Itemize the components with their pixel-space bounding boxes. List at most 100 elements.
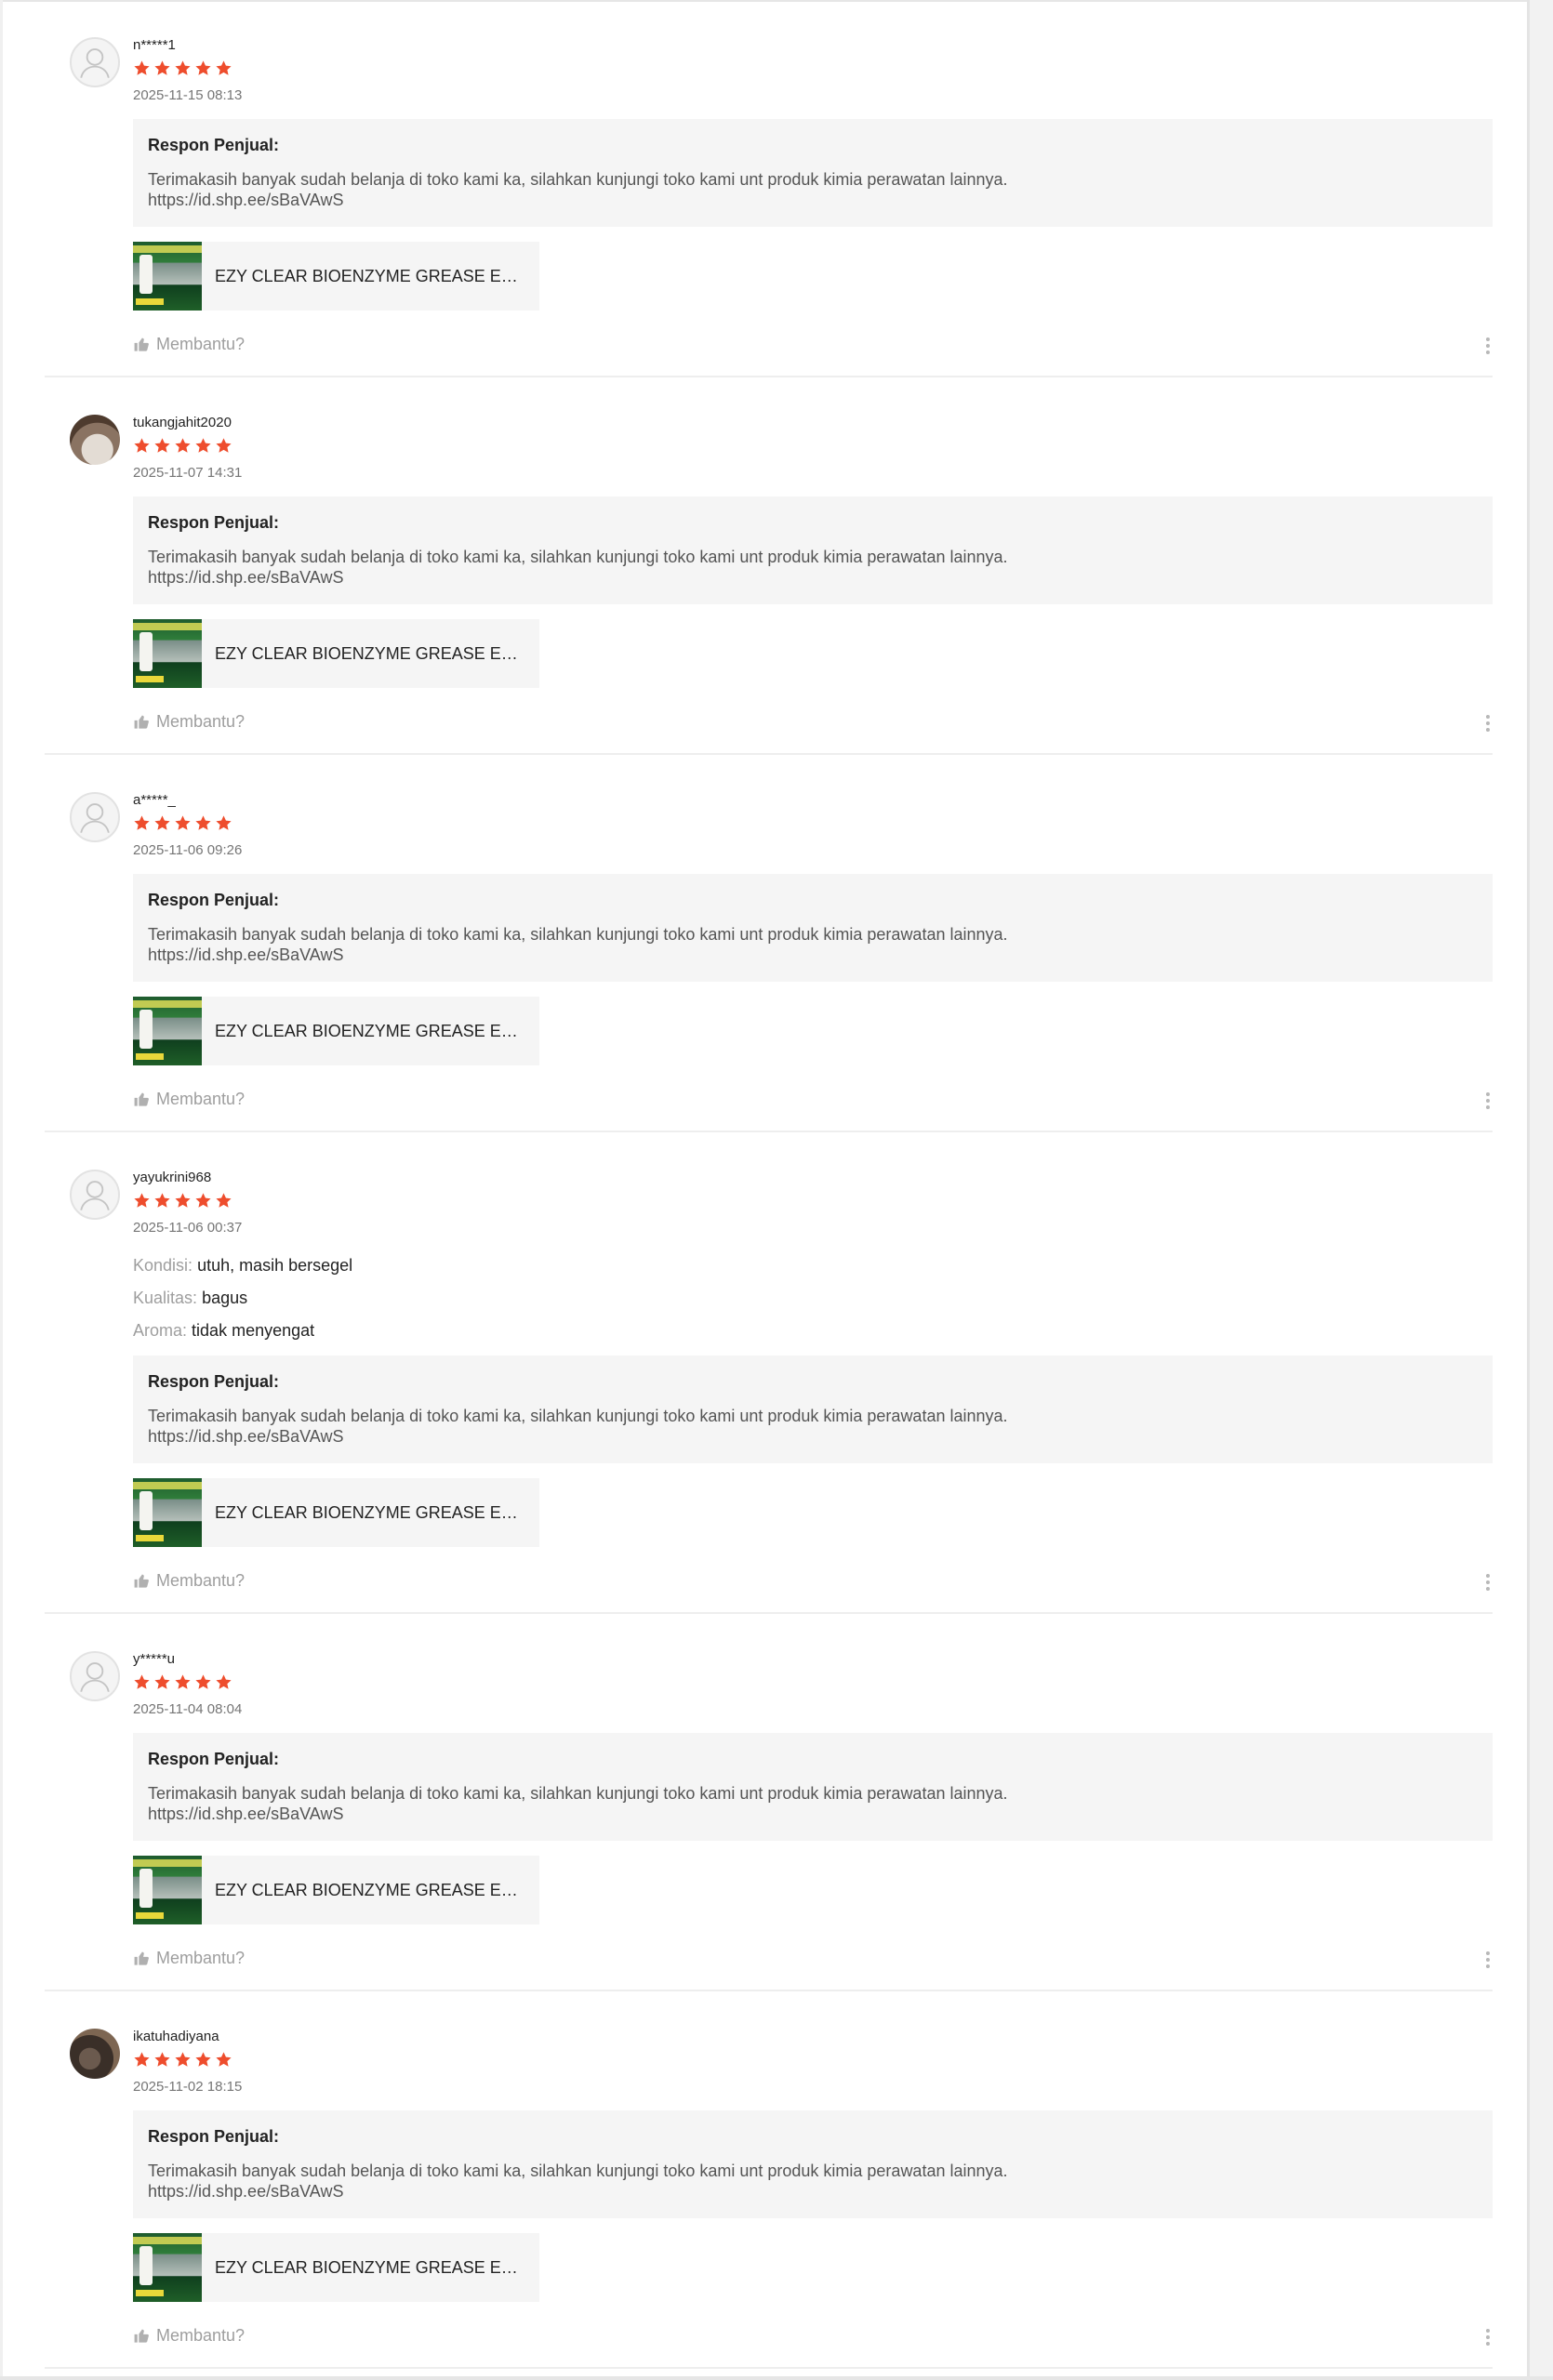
star-icon bbox=[174, 2051, 192, 2069]
helpful-button[interactable]: Membantu? bbox=[133, 335, 245, 354]
star-icon bbox=[194, 814, 212, 832]
review-body: yayukrini968 2025-11-06 00:37 Kondisi: utu… bbox=[133, 1170, 1493, 1593]
review-footer: Membantu? bbox=[133, 712, 1493, 734]
product-name: EZY CLEAR BIOENZYME GREASE EATER bbox=[215, 1880, 522, 1899]
seller-response-title: Respon Penjual: bbox=[148, 2127, 280, 2146]
review-footer: Membantu? bbox=[133, 2326, 1493, 2348]
avatar[interactable] bbox=[70, 792, 120, 842]
reviewer-username[interactable]: yayukrini968 bbox=[133, 1170, 1493, 1186]
reviewer-username[interactable]: tukangjahit2020 bbox=[133, 415, 1493, 431]
attribute-key: Kondisi: bbox=[133, 1256, 193, 1275]
review-item: yayukrini968 2025-11-06 00:37 Kondisi: utu… bbox=[45, 1132, 1493, 1614]
review-date: 2025-11-06 09:26 bbox=[133, 842, 243, 858]
seller-response-text: Terimakasih banyak sudah belanja di toko… bbox=[148, 548, 1008, 587]
product-name: EZY CLEAR BIOENZYME GREASE EATER bbox=[215, 643, 522, 663]
scrollbar-track[interactable] bbox=[1527, 0, 1553, 2380]
thumbs-up-icon bbox=[133, 1950, 151, 1967]
product-link[interactable]: EZY CLEAR BIOENZYME GREASE EATER bbox=[133, 1478, 539, 1547]
helpful-button[interactable]: Membantu? bbox=[133, 712, 245, 732]
review-attribute: Aroma: tidak menyengat bbox=[133, 1320, 1493, 1341]
review-body: a*****_ 2025-11-06 09:26 Respon Penjual: Te… bbox=[133, 792, 1493, 1112]
reviewer-username[interactable]: ikatuhadiyana bbox=[133, 2029, 1493, 2045]
star-icon bbox=[174, 814, 192, 832]
seller-response-text: Terimakasih banyak sudah belanja di toko… bbox=[148, 1784, 1008, 1823]
review-footer: Membantu? bbox=[133, 1090, 1493, 1112]
star-icon bbox=[194, 2051, 212, 2069]
review-date: 2025-11-15 08:13 bbox=[133, 87, 243, 103]
avatar[interactable] bbox=[70, 1651, 120, 1701]
seller-response-title: Respon Penjual: bbox=[148, 1750, 280, 1768]
more-options-icon[interactable] bbox=[1483, 1090, 1493, 1112]
product-name: EZY CLEAR BIOENZYME GREASE EATER bbox=[215, 2257, 522, 2277]
helpful-button[interactable]: Membantu? bbox=[133, 1571, 245, 1591]
seller-response-title: Respon Penjual: bbox=[148, 1372, 280, 1391]
bottom-border bbox=[0, 2376, 1553, 2380]
product-thumbnail bbox=[133, 242, 202, 311]
star-icon bbox=[215, 60, 232, 77]
seller-response-title: Respon Penjual: bbox=[148, 136, 280, 154]
star-icon bbox=[153, 437, 171, 455]
review-body: y*****u 2025-11-04 08:04 Respon Penjual: Te… bbox=[133, 1651, 1493, 1971]
review-attribute: Kondisi: utuh, masih bersegel bbox=[133, 1255, 1493, 1276]
reviewer-username[interactable]: n*****1 bbox=[133, 37, 1493, 54]
more-options-icon[interactable] bbox=[1483, 2326, 1493, 2348]
seller-response-text: Terimakasih banyak sudah belanja di toko… bbox=[148, 1407, 1008, 1446]
review-item: n*****1 2025-11-15 08:13 Respon Penjual: Te… bbox=[45, 0, 1493, 377]
more-options-icon[interactable] bbox=[1483, 335, 1493, 357]
thumbs-up-icon bbox=[133, 2327, 151, 2345]
seller-response: Respon Penjual: Terimakasih banyak sudah … bbox=[133, 2110, 1493, 2218]
helpful-button[interactable]: Membantu? bbox=[133, 1090, 245, 1109]
review-date: 2025-11-07 14:31 bbox=[133, 465, 243, 481]
helpful-label: Membantu? bbox=[156, 1090, 246, 1108]
review-item: tukangjahit2020 2025-11-07 14:31 Respon Pe… bbox=[45, 377, 1493, 755]
rating-stars bbox=[133, 437, 1493, 457]
reviewer-username[interactable]: y*****u bbox=[133, 1651, 1493, 1668]
review-item: a*****_ 2025-11-06 09:26 Respon Penjual: Te… bbox=[45, 755, 1493, 1132]
review-date: 2025-11-02 18:15 bbox=[133, 2079, 243, 2095]
attribute-key: Aroma: bbox=[133, 1321, 188, 1340]
product-thumbnail bbox=[133, 1856, 202, 1924]
avatar[interactable] bbox=[70, 37, 120, 87]
seller-response: Respon Penjual: Terimakasih banyak sudah … bbox=[133, 874, 1493, 982]
thumbs-up-icon bbox=[133, 713, 151, 731]
star-icon bbox=[133, 437, 151, 455]
star-icon bbox=[194, 60, 212, 77]
avatar[interactable] bbox=[70, 1170, 120, 1220]
product-link[interactable]: EZY CLEAR BIOENZYME GREASE EATER bbox=[133, 1856, 539, 1924]
seller-response-title: Respon Penjual: bbox=[148, 891, 280, 909]
star-icon bbox=[133, 1673, 151, 1691]
star-icon bbox=[133, 814, 151, 832]
seller-response-text: Terimakasih banyak sudah belanja di toko… bbox=[148, 925, 1008, 964]
attribute-value: utuh, masih bersegel bbox=[197, 1256, 353, 1275]
star-icon bbox=[194, 1192, 212, 1210]
more-options-icon[interactable] bbox=[1483, 712, 1493, 734]
review-date: 2025-11-04 08:04 bbox=[133, 1701, 243, 1717]
reviewer-username[interactable]: a*****_ bbox=[133, 792, 1493, 809]
product-name: EZY CLEAR BIOENZYME GREASE EATER bbox=[215, 1021, 522, 1040]
more-options-icon[interactable] bbox=[1483, 1571, 1493, 1593]
review-item: ikatuhadiyana 2025-11-02 18:15 Respon Penj… bbox=[45, 1991, 1493, 2369]
rating-stars bbox=[133, 60, 1493, 80]
helpful-button[interactable]: Membantu? bbox=[133, 1949, 245, 1968]
star-icon bbox=[215, 814, 232, 832]
product-name: EZY CLEAR BIOENZYME GREASE EATER bbox=[215, 266, 522, 285]
rating-stars bbox=[133, 1673, 1493, 1694]
star-icon bbox=[215, 437, 232, 455]
avatar[interactable] bbox=[70, 2029, 120, 2079]
product-link[interactable]: EZY CLEAR BIOENZYME GREASE EATER bbox=[133, 619, 539, 688]
product-link[interactable]: EZY CLEAR BIOENZYME GREASE EATER bbox=[133, 997, 539, 1065]
star-icon bbox=[174, 437, 192, 455]
star-icon bbox=[194, 1673, 212, 1691]
product-link[interactable]: EZY CLEAR BIOENZYME GREASE EATER bbox=[133, 2233, 539, 2302]
attribute-value: bagus bbox=[202, 1289, 248, 1307]
product-thumbnail bbox=[133, 997, 202, 1065]
more-options-icon[interactable] bbox=[1483, 1949, 1493, 1971]
star-icon bbox=[174, 1192, 192, 1210]
seller-response: Respon Penjual: Terimakasih banyak sudah … bbox=[133, 496, 1493, 604]
product-link[interactable]: EZY CLEAR BIOENZYME GREASE EATER bbox=[133, 242, 539, 311]
product-thumbnail bbox=[133, 2233, 202, 2302]
helpful-button[interactable]: Membantu? bbox=[133, 2326, 245, 2346]
star-icon bbox=[215, 2051, 232, 2069]
avatar[interactable] bbox=[70, 415, 120, 465]
seller-response: Respon Penjual: Terimakasih banyak sudah … bbox=[133, 1733, 1493, 1841]
